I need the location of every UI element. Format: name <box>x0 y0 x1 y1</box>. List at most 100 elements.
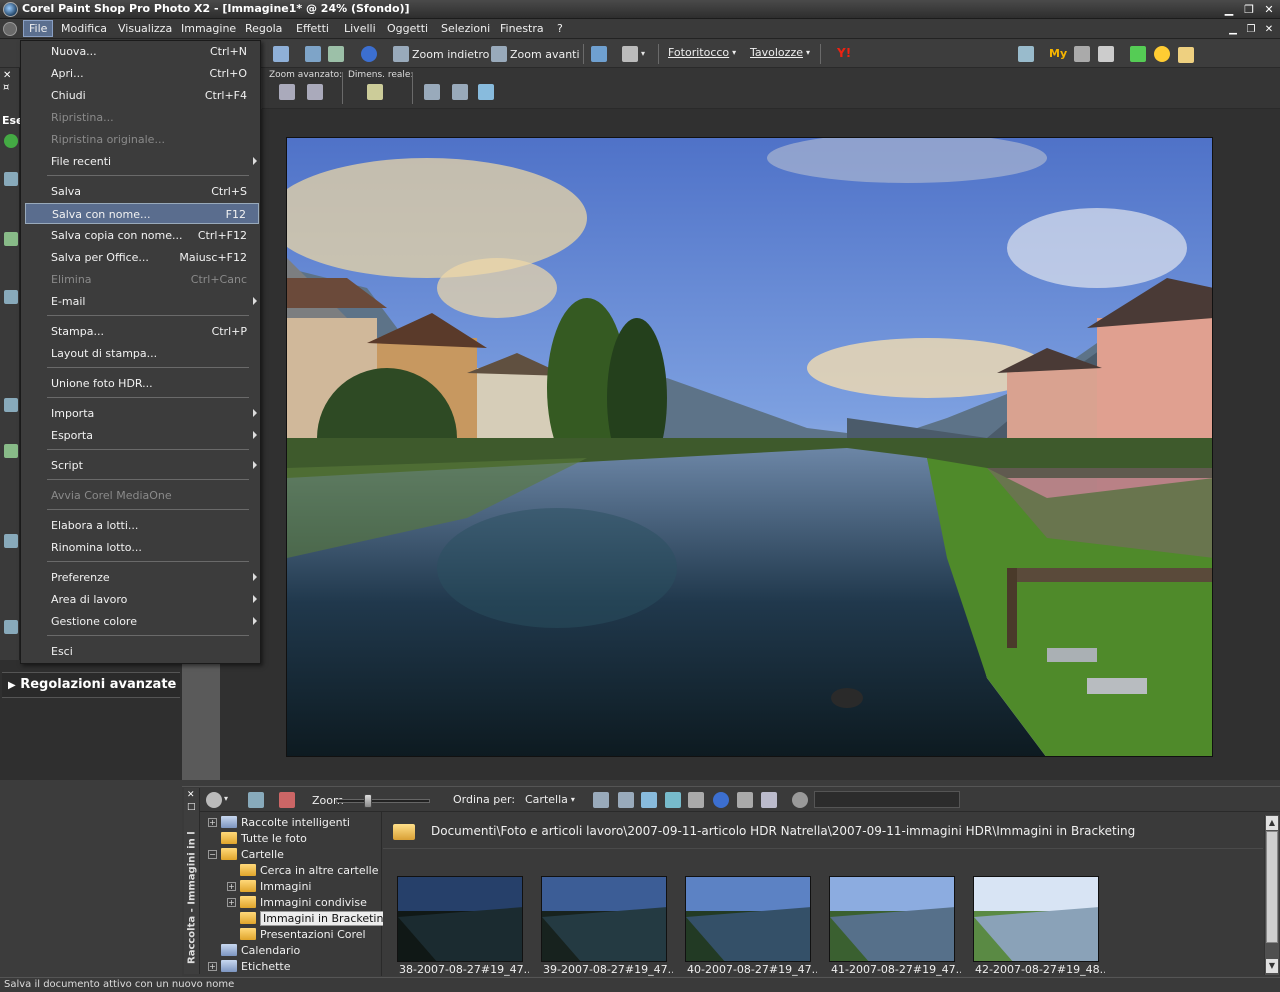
menu-oggetti[interactable]: Oggetti <box>387 22 428 35</box>
tree-item-immagini[interactable]: + Immagini <box>227 878 311 894</box>
task-icon[interactable] <box>4 232 18 246</box>
menu-item-salva[interactable]: Salva Ctrl+S <box>25 181 259 202</box>
tree-item-bracketing[interactable]: Immagini in Bracketing <box>240 910 394 926</box>
menu-item-chiudi[interactable]: Chiudi Ctrl+F4 <box>25 85 259 106</box>
info-icon[interactable] <box>361 46 377 62</box>
thumbnail[interactable] <box>973 876 1099 962</box>
task-icon[interactable] <box>4 290 18 304</box>
fit-window-icon[interactable] <box>424 84 440 100</box>
menu-regola[interactable]: Regola <box>245 22 282 35</box>
task-icon[interactable] <box>4 620 18 634</box>
thumbnail[interactable] <box>541 876 667 962</box>
monitor-icon[interactable] <box>641 792 657 808</box>
menu-item-esporta[interactable]: Esporta <box>25 425 259 446</box>
menu-modifica[interactable]: Modifica <box>61 22 107 35</box>
yahoo-icon[interactable]: Y! <box>837 46 851 60</box>
restore-icon[interactable]: ❐ <box>1240 1 1258 17</box>
menu-visualizza[interactable]: Visualizza <box>118 22 172 35</box>
menu-item-layout-stampa[interactable]: Layout di stampa... <box>25 343 259 364</box>
zoom-out-button[interactable]: Zoom indietro <box>393 46 489 62</box>
task-icon[interactable] <box>4 172 18 186</box>
thumbnail[interactable] <box>829 876 955 962</box>
copy-dropdown-icon[interactable]: ▾ <box>641 49 645 58</box>
menu-effetti[interactable]: Effetti <box>296 22 329 35</box>
task-icon[interactable] <box>4 444 18 458</box>
copy-icon[interactable] <box>622 46 638 62</box>
doc-close-icon[interactable]: ✕ <box>1262 22 1276 36</box>
task-icon[interactable] <box>4 534 18 548</box>
tree-item-cerca[interactable]: Cerca in altre cartelle <box>240 862 378 878</box>
scroll-up-icon[interactable]: ▲ <box>1266 816 1278 830</box>
doc-minimize-icon[interactable]: ▁ <box>1226 22 1240 36</box>
menu-item-importa[interactable]: Importa <box>25 403 259 424</box>
mail-icon[interactable] <box>1178 47 1194 63</box>
menu-item-salva-office[interactable]: Salva per Office... Maiusc+F12 <box>25 247 259 268</box>
pin-icon[interactable]: ¤ <box>3 82 9 93</box>
tree-item-immagini-condivise[interactable]: + Immagini condivise <box>227 894 367 910</box>
organizer-search-input[interactable] <box>814 791 960 808</box>
pin-icon[interactable]: □ <box>187 802 196 812</box>
zoom-slider-thumb[interactable] <box>364 794 372 808</box>
tree-item-presentazioni[interactable]: Presentazioni Corel <box>240 926 366 942</box>
menu-item-gestione-colore[interactable]: Gestione colore <box>25 611 259 632</box>
new-layer-icon[interactable] <box>273 46 289 62</box>
menu-item-script[interactable]: Script <box>25 455 259 476</box>
info-icon[interactable] <box>713 792 729 808</box>
menu-item-salva-con-nome[interactable]: Salva con nome... F12 <box>25 203 259 224</box>
tree-item-tutte-foto[interactable]: Tutte le foto <box>221 830 307 846</box>
menu-file[interactable]: File <box>23 20 54 37</box>
smiley-icon[interactable] <box>1154 46 1170 62</box>
tree-item-raccolte[interactable]: + Raccolte intelligenti <box>208 814 350 830</box>
hdr-photo[interactable] <box>286 137 1213 757</box>
menu-help[interactable]: ? <box>557 22 563 35</box>
menu-item-elabora-lotti[interactable]: Elabora a lotti... <box>25 515 259 536</box>
tag-icon[interactable] <box>761 792 777 808</box>
menu-item-salva-copia[interactable]: Salva copia con nome... Ctrl+F12 <box>25 225 259 246</box>
delete-icon[interactable] <box>279 792 295 808</box>
menu-item-email[interactable]: E-mail <box>25 291 259 312</box>
menu-item-area-lavoro[interactable]: Area di lavoro <box>25 589 259 610</box>
zoom-advanced-icon[interactable] <box>279 84 295 100</box>
sort-dropdown[interactable]: Cartella ▾ <box>525 793 575 806</box>
music-icon[interactable] <box>1130 46 1146 62</box>
organizer-scrollbar[interactable]: ▲ ▼ <box>1264 815 1279 975</box>
mail-icon[interactable] <box>737 792 753 808</box>
gear-icon[interactable] <box>206 792 222 808</box>
screen-icon[interactable] <box>591 46 607 62</box>
share-icon[interactable] <box>665 792 681 808</box>
palettes-dropdown[interactable]: Tavolozze ▾ <box>750 46 810 59</box>
menu-item-rinomina-lotto[interactable]: Rinomina lotto... <box>25 537 259 558</box>
scrollbar-thumb[interactable] <box>1266 831 1278 943</box>
photocopy-dropdown[interactable]: Fotoritocco ▾ <box>668 46 736 59</box>
menu-item-unione-hdr[interactable]: Unione foto HDR... <box>25 373 259 394</box>
search-icon[interactable] <box>1018 46 1034 62</box>
full-screen-icon[interactable] <box>478 84 494 100</box>
tree-item-etichette[interactable]: + Etichette <box>208 958 291 974</box>
minimize-icon[interactable]: ▁ <box>1220 1 1238 17</box>
my-yahoo-icon[interactable]: My <box>1049 47 1067 60</box>
back-icon[interactable] <box>4 134 18 148</box>
menu-selezioni[interactable]: Selezioni <box>441 22 490 35</box>
browse-icon[interactable] <box>305 46 321 62</box>
menu-item-nuova[interactable]: Nuova... Ctrl+N <box>25 41 259 62</box>
tool-icon[interactable] <box>1098 46 1114 62</box>
fit-image-icon[interactable] <box>452 84 468 100</box>
close-icon[interactable]: ✕ <box>3 70 11 81</box>
task-icon[interactable] <box>4 398 18 412</box>
close-icon[interactable]: ✕ <box>1260 1 1278 17</box>
chevron-down-icon[interactable]: ▾ <box>224 794 228 803</box>
menu-livelli[interactable]: Livelli <box>344 22 376 35</box>
menu-item-esci[interactable]: Esci <box>25 641 259 662</box>
close-icon[interactable]: ✕ <box>187 790 195 800</box>
scroll-down-icon[interactable]: ▼ <box>1266 959 1278 973</box>
zoom-plus-icon[interactable] <box>307 84 323 100</box>
doc-restore-icon[interactable]: ❐ <box>1244 22 1258 36</box>
tree-item-calendario[interactable]: Calendario <box>221 942 300 958</box>
advanced-adjustments-header[interactable]: ▶ Regolazioni avanzate <box>2 672 180 698</box>
zoom-in-button[interactable]: Zoom avanti <box>491 46 580 62</box>
camera-icon[interactable] <box>593 792 609 808</box>
folder-up-icon[interactable] <box>248 792 264 808</box>
actual-size-icon[interactable] <box>367 84 383 100</box>
camera-icon[interactable] <box>1074 46 1090 62</box>
tree-item-cartelle[interactable]: − Cartelle <box>208 846 284 862</box>
